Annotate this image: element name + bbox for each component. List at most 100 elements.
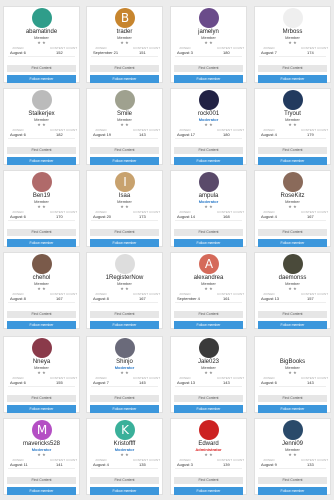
find-content-button[interactable]: Find Content <box>258 311 327 318</box>
find-content-button[interactable]: Find Content <box>174 147 243 154</box>
divider <box>8 220 75 221</box>
follow-member-button[interactable]: Follow member <box>7 239 76 247</box>
find-content-button[interactable]: Find Content <box>7 395 76 402</box>
follow-member-button[interactable]: Follow member <box>258 321 327 329</box>
divider <box>175 386 242 387</box>
follow-member-button[interactable]: Follow member <box>90 157 159 165</box>
member-card: Tryout Member ★ ★ JOINED CONTENT COUNT A… <box>254 88 331 165</box>
follow-member-button[interactable]: Follow member <box>7 405 76 413</box>
follow-member-button[interactable]: Follow member <box>7 75 76 83</box>
find-content-button[interactable]: Find Content <box>258 395 327 402</box>
divider <box>175 220 242 221</box>
find-content-button[interactable]: Find Content <box>258 147 327 154</box>
avatar[interactable] <box>283 420 303 440</box>
find-content-button[interactable]: Find Content <box>174 65 243 72</box>
member-card: BigBooks Member ★ ★ JOINED CONTENT COUNT… <box>254 336 331 413</box>
follow-member-button[interactable]: Follow member <box>258 487 327 495</box>
find-content-button[interactable]: Find Content <box>7 311 76 318</box>
follow-member-button[interactable]: Follow member <box>258 75 327 83</box>
find-content-button[interactable]: Find Content <box>258 477 327 484</box>
find-content-button[interactable]: Find Content <box>7 147 76 154</box>
avatar[interactable] <box>32 172 52 192</box>
avatar[interactable]: K <box>115 420 135 440</box>
avatar[interactable]: B <box>115 8 135 28</box>
avatar[interactable] <box>32 90 52 110</box>
find-content-button[interactable]: Find Content <box>90 147 159 154</box>
follow-member-button[interactable]: Follow member <box>174 405 243 413</box>
member-card: Ben19 Member ★ ★ JOINED CONTENT COUNT Au… <box>3 170 80 247</box>
find-content-button[interactable]: Find Content <box>174 477 243 484</box>
find-content-button[interactable]: Find Content <box>90 229 159 236</box>
follow-member-button[interactable]: Follow member <box>174 487 243 495</box>
reputation-stars-icon: ★ ★ <box>37 122 46 127</box>
divider <box>259 302 326 303</box>
avatar[interactable] <box>32 254 52 274</box>
joined-date: August 8 <box>93 296 109 301</box>
find-content-button[interactable]: Find Content <box>90 65 159 72</box>
avatar[interactable] <box>283 8 303 28</box>
avatar[interactable] <box>283 172 303 192</box>
follow-member-button[interactable]: Follow member <box>90 487 159 495</box>
follow-member-button[interactable]: Follow member <box>174 239 243 247</box>
avatar[interactable] <box>32 8 52 28</box>
member-card: Stalkerjex Member ★ ★ JOINED CONTENT COU… <box>3 88 80 165</box>
avatar[interactable] <box>115 338 135 358</box>
follow-member-button[interactable]: Follow member <box>174 321 243 329</box>
follow-member-button[interactable]: Follow member <box>258 405 327 413</box>
follow-member-button[interactable]: Follow member <box>174 75 243 83</box>
content-count-value: 167 <box>139 296 146 301</box>
follow-member-button[interactable]: Follow member <box>90 75 159 83</box>
avatar[interactable] <box>199 420 219 440</box>
follow-member-button[interactable]: Follow member <box>90 405 159 413</box>
avatar[interactable] <box>115 90 135 110</box>
follow-member-button[interactable]: Follow member <box>258 157 327 165</box>
find-content-button[interactable]: Find Content <box>174 229 243 236</box>
find-content-button[interactable]: Find Content <box>90 395 159 402</box>
reputation-stars-icon: ★ ★ <box>288 452 297 457</box>
joined-date: August 17 <box>177 132 196 137</box>
content-count-label: CONTENT COUNT <box>50 46 78 50</box>
member-card: A alexandrea Member ★ ★ JOINED CONTENT C… <box>170 252 247 329</box>
content-count-value: 145 <box>139 380 146 385</box>
find-content-button[interactable]: Find Content <box>7 477 76 484</box>
joined-date: September 21 <box>93 50 119 55</box>
follow-member-button[interactable]: Follow member <box>90 239 159 247</box>
avatar[interactable]: I <box>115 172 135 192</box>
find-content-button[interactable]: Find Content <box>174 311 243 318</box>
joined-date: August 7 <box>93 380 109 385</box>
find-content-button[interactable]: Find Content <box>90 477 159 484</box>
avatar[interactable] <box>199 338 219 358</box>
find-content-button[interactable]: Find Content <box>174 395 243 402</box>
member-card: Jenni09 Member ★ ★ JOINED CONTENT COUNT … <box>254 418 331 495</box>
member-card: K Kristoffff Moderator ★ ★ JOINED CONTEN… <box>86 418 163 495</box>
divider <box>259 138 326 139</box>
follow-member-button[interactable]: Follow member <box>174 157 243 165</box>
avatar[interactable]: M <box>32 420 52 440</box>
reputation-stars-icon: ★ ★ <box>204 286 213 291</box>
find-content-button[interactable]: Find Content <box>258 65 327 72</box>
follow-member-button[interactable]: Follow member <box>7 487 76 495</box>
avatar[interactable] <box>199 8 219 28</box>
find-content-button[interactable]: Find Content <box>7 65 76 72</box>
avatar[interactable] <box>283 338 303 358</box>
reputation-stars-icon: ★ ★ <box>288 286 297 291</box>
follow-member-button[interactable]: Follow member <box>258 239 327 247</box>
avatar[interactable] <box>283 90 303 110</box>
content-count-value: 170 <box>56 214 63 219</box>
find-content-button[interactable]: Find Content <box>258 229 327 236</box>
content-count-value: 155 <box>56 380 63 385</box>
avatar[interactable] <box>199 172 219 192</box>
follow-member-button[interactable]: Follow member <box>90 321 159 329</box>
find-content-button[interactable]: Find Content <box>7 229 76 236</box>
avatar[interactable]: A <box>199 254 219 274</box>
follow-member-button[interactable]: Follow member <box>7 321 76 329</box>
avatar[interactable] <box>115 254 135 274</box>
avatar[interactable] <box>199 90 219 110</box>
avatar[interactable] <box>32 338 52 358</box>
follow-member-button[interactable]: Follow member <box>7 157 76 165</box>
member-card: Jale023 Member ★ ★ JOINED CONTENT COUNT … <box>170 336 247 413</box>
find-content-button[interactable]: Find Content <box>90 311 159 318</box>
member-card: Smile Member ★ ★ JOINED CONTENT COUNT Au… <box>86 88 163 165</box>
avatar[interactable] <box>283 254 303 274</box>
content-count-value: 139 <box>223 462 230 467</box>
